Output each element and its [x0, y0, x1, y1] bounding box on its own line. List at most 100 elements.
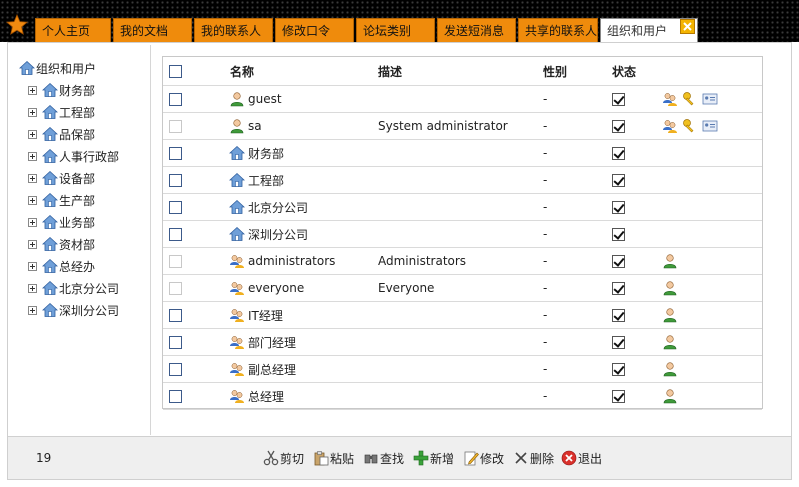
row-checkbox[interactable] [169, 335, 182, 349]
user-icon[interactable] [662, 388, 678, 404]
tree-item[interactable]: 业务部 [28, 212, 95, 232]
expand-icon[interactable] [28, 283, 37, 293]
header-status[interactable]: 状态 [612, 57, 636, 85]
status-checkbox[interactable] [612, 227, 625, 241]
row-checkbox[interactable] [169, 119, 182, 133]
expand-icon[interactable] [28, 107, 37, 117]
expand-icon[interactable] [28, 129, 37, 139]
row-checkbox[interactable] [169, 254, 182, 268]
status-checkbox[interactable] [612, 308, 625, 322]
row-checkbox[interactable] [169, 92, 182, 106]
edit-icon [464, 451, 479, 466]
select-all-checkbox[interactable] [169, 64, 182, 78]
exit-button[interactable]: 退出 [561, 448, 602, 468]
group-icon[interactable] [662, 118, 678, 134]
table-row[interactable]: 副总经理 - [163, 356, 762, 383]
expand-icon[interactable] [28, 173, 37, 183]
button-label: 新增 [430, 451, 455, 466]
row-checkbox[interactable] [169, 200, 182, 214]
row-checkbox[interactable] [169, 389, 182, 403]
status-checkbox[interactable] [612, 254, 625, 268]
tab-home[interactable]: 个人主页 [35, 18, 111, 42]
header-description[interactable]: 描述 [378, 57, 402, 85]
expand-icon[interactable] [28, 305, 37, 315]
group-icon[interactable] [662, 91, 678, 107]
table-row[interactable]: 工程部 - [163, 167, 762, 194]
user-icon[interactable] [662, 280, 678, 296]
group-icon [230, 309, 244, 322]
table-row[interactable]: 总经理 - [163, 383, 762, 410]
table-row[interactable]: 北京分公司 - [163, 194, 762, 221]
find-button[interactable]: 查找 [363, 448, 404, 468]
header-name[interactable]: 名称 [230, 57, 254, 85]
expand-icon[interactable] [28, 261, 37, 271]
tree-item[interactable]: 总经办 [28, 256, 95, 276]
expand-icon[interactable] [28, 151, 37, 161]
tree-item[interactable]: 人事行政部 [28, 146, 119, 166]
tree-item-label: 品保部 [59, 127, 96, 142]
status-checkbox[interactable] [612, 119, 625, 133]
row-checkbox[interactable] [169, 362, 182, 376]
row-checkbox[interactable] [169, 227, 182, 241]
user-icon[interactable] [662, 334, 678, 350]
tree-item[interactable]: 财务部 [28, 80, 95, 100]
tree-item[interactable]: 工程部 [28, 102, 95, 122]
row-checkbox[interactable] [169, 146, 182, 160]
row-checkbox[interactable] [169, 281, 182, 295]
add-button[interactable]: 新增 [413, 448, 454, 468]
row-checkbox[interactable] [169, 173, 182, 187]
edit-button[interactable]: 修改 [463, 448, 504, 468]
tree-item[interactable]: 深圳分公司 [28, 300, 119, 320]
table-row[interactable]: 财务部 - [163, 140, 762, 167]
status-checkbox[interactable] [612, 146, 625, 160]
tab-shared-contacts[interactable]: 共享的联系人 [518, 18, 598, 42]
key-icon[interactable] [682, 118, 698, 134]
status-checkbox[interactable] [612, 362, 625, 376]
cut-button[interactable]: 剪切 [263, 448, 304, 468]
paste-button[interactable]: 粘贴 [313, 448, 354, 468]
status-checkbox[interactable] [612, 92, 625, 106]
status-checkbox[interactable] [612, 335, 625, 349]
close-tab-icon[interactable] [680, 19, 695, 34]
tab-send-message[interactable]: 发送短消息 [437, 18, 516, 42]
user-icon[interactable] [662, 253, 678, 269]
tree-item[interactable]: 资材部 [28, 234, 95, 254]
status-checkbox[interactable] [612, 173, 625, 187]
home-star-icon[interactable] [6, 14, 28, 36]
table-row[interactable]: administrators Administrators - [163, 248, 762, 275]
header-gender[interactable]: 性别 [543, 57, 567, 85]
status-checkbox[interactable] [612, 281, 625, 295]
tree-item[interactable]: 设备部 [28, 168, 95, 188]
key-icon[interactable] [682, 91, 698, 107]
card-icon[interactable] [702, 118, 718, 134]
expand-icon[interactable] [28, 239, 37, 249]
button-label: 查找 [380, 451, 405, 466]
table-row[interactable]: IT经理 - [163, 302, 762, 329]
table-row[interactable]: sa System administrator - [163, 113, 762, 140]
table-row[interactable]: 深圳分公司 - [163, 221, 762, 248]
find-icon [364, 454, 378, 464]
house-icon [229, 199, 245, 214]
user-icon[interactable] [662, 307, 678, 323]
user-icon[interactable] [662, 361, 678, 377]
tab-my-contacts[interactable]: 我的联系人 [194, 18, 273, 42]
tree-item[interactable]: 北京分公司 [28, 278, 119, 298]
tree-item[interactable]: 品保部 [28, 124, 95, 144]
tree-root[interactable]: 组织和用户 [19, 58, 96, 78]
expand-icon[interactable] [28, 195, 37, 205]
tab-change-password[interactable]: 修改口令 [275, 18, 354, 42]
status-checkbox[interactable] [612, 200, 625, 214]
tab-forum-categories[interactable]: 论坛类别 [356, 18, 435, 42]
status-checkbox[interactable] [612, 389, 625, 403]
expand-icon[interactable] [28, 85, 37, 95]
tree-item[interactable]: 生产部 [28, 190, 95, 210]
row-checkbox[interactable] [169, 308, 182, 322]
delete-button[interactable]: 删除 [513, 448, 554, 468]
tab-my-documents[interactable]: 我的文档 [113, 18, 192, 42]
card-icon[interactable] [702, 91, 718, 107]
expand-icon[interactable] [28, 217, 37, 227]
table-row[interactable]: 部门经理 - [163, 329, 762, 356]
table-row[interactable]: guest - [163, 86, 762, 113]
table-row[interactable]: everyone Everyone - [163, 275, 762, 302]
row-gender: - [543, 146, 548, 160]
